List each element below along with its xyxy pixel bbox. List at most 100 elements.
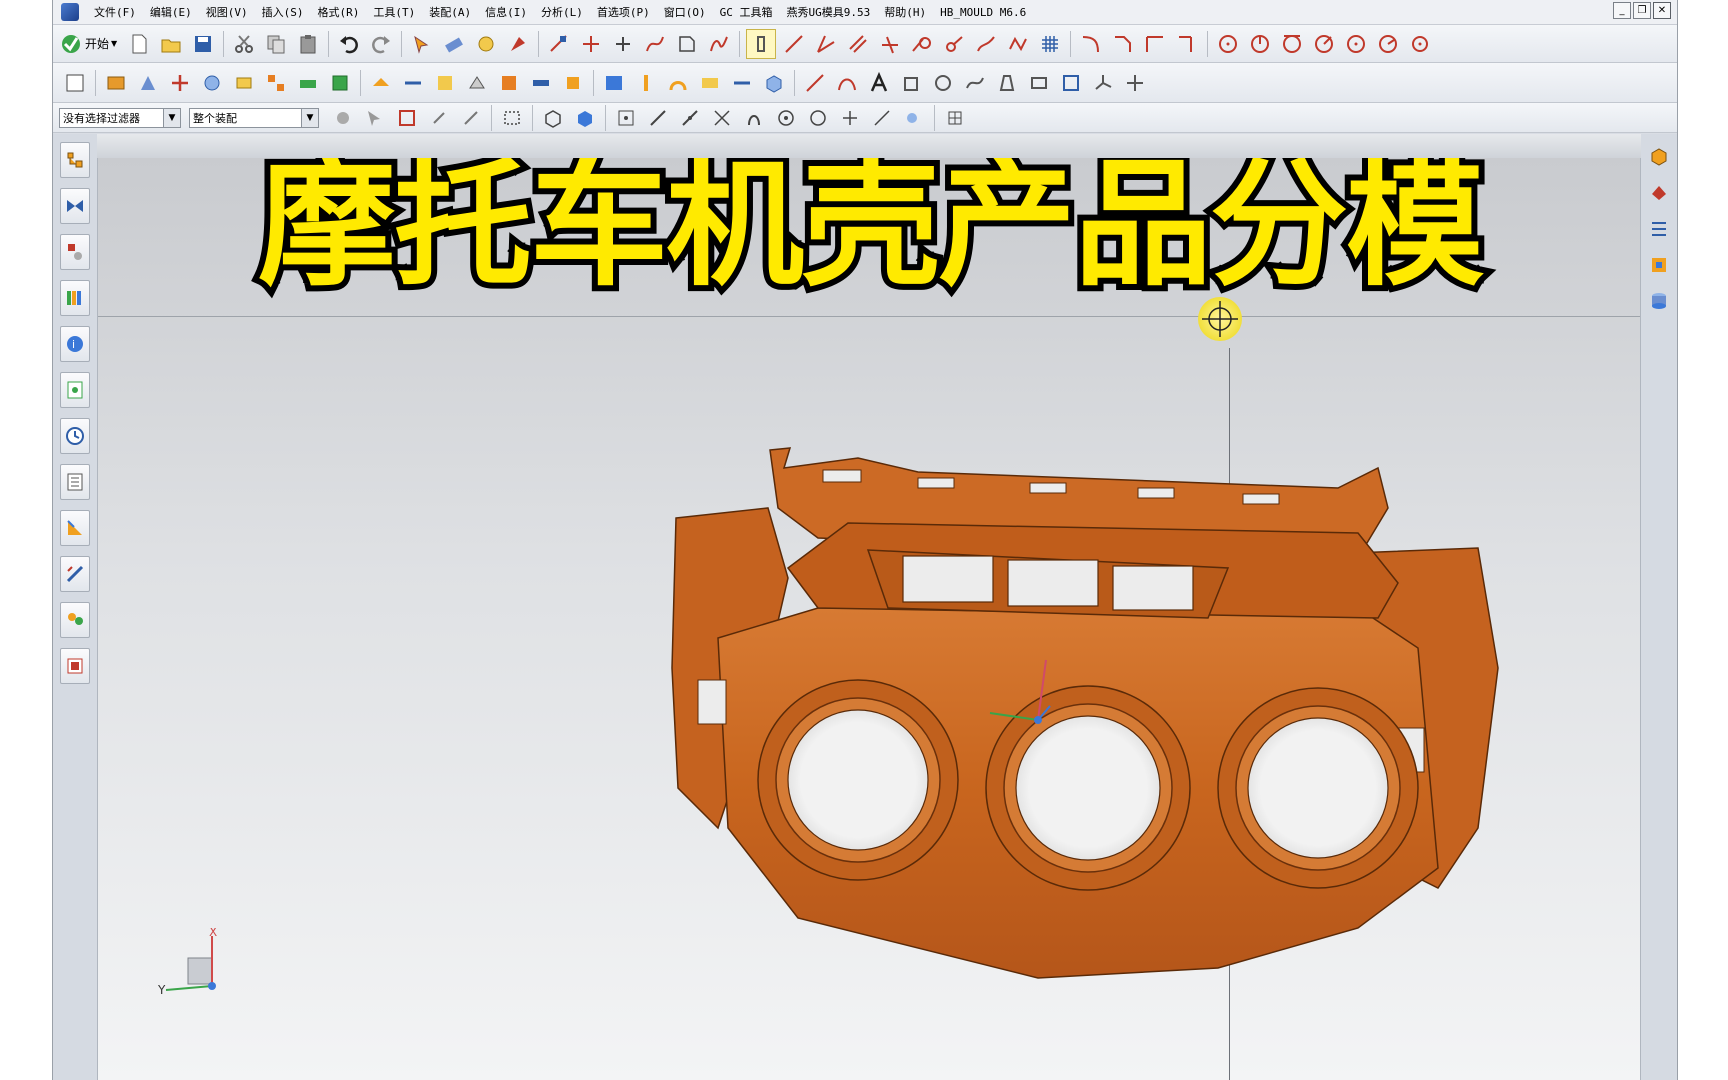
ellipse-icon[interactable] <box>1406 30 1434 58</box>
shrinkage-icon[interactable] <box>198 69 226 97</box>
restore-button[interactable]: ❐ <box>1633 2 1651 19</box>
menu-preferences[interactable]: 首选项(P) <box>590 4 657 20</box>
new-file-icon[interactable] <box>125 30 153 58</box>
rectangle-select-icon[interactable] <box>498 104 526 132</box>
replace-face-icon[interactable] <box>1057 69 1085 97</box>
multi-cavity-icon[interactable] <box>294 69 322 97</box>
measure-icon[interactable] <box>545 30 573 58</box>
sketch-icon[interactable] <box>61 69 89 97</box>
nx-app-icon[interactable] <box>61 3 79 21</box>
snap-quick-pick-icon[interactable] <box>900 104 928 132</box>
menu-assembly[interactable]: 装配(A) <box>422 4 478 20</box>
selection-filter-dropdown[interactable]: 没有选择过滤器 ▼ <box>59 107 181 128</box>
circle-center-icon[interactable] <box>1214 30 1242 58</box>
runner-icon[interactable] <box>696 69 724 97</box>
paint-icon[interactable] <box>504 30 532 58</box>
feature-edit-icon[interactable] <box>440 30 468 58</box>
snap-existing-point-icon[interactable] <box>804 104 832 132</box>
gate-icon[interactable] <box>664 69 692 97</box>
angle-line-icon[interactable] <box>812 30 840 58</box>
standard-parts-icon[interactable] <box>1646 252 1672 278</box>
move-object-icon[interactable] <box>1121 69 1149 97</box>
motorcycle-housing-part[interactable] <box>618 308 1618 1068</box>
circle-radius-icon[interactable] <box>1310 30 1338 58</box>
select-tool-icon[interactable] <box>408 30 436 58</box>
mold-tools-icon[interactable] <box>1646 216 1672 242</box>
circle-tangent-icon[interactable] <box>1278 30 1306 58</box>
menu-yanxiu-mold[interactable]: 燕秀UG模具9.53 <box>780 4 878 20</box>
menu-edit[interactable]: 编辑(E) <box>143 4 199 20</box>
offset-curve-icon[interactable] <box>972 30 1000 58</box>
tangent-line-icon[interactable] <box>908 30 936 58</box>
constraint-navigator-icon[interactable] <box>60 188 90 224</box>
cross-icon[interactable] <box>609 30 637 58</box>
offset-face-icon[interactable] <box>1025 69 1053 97</box>
core-cavity-icon[interactable] <box>495 69 523 97</box>
mold-base-icon[interactable] <box>600 69 628 97</box>
menu-insert[interactable]: 插入(S) <box>255 4 311 20</box>
wcs-icon[interactable] <box>1089 69 1117 97</box>
mold-csys-icon[interactable] <box>166 69 194 97</box>
tool-measurement-icon[interactable] <box>60 556 90 592</box>
process-studio-icon[interactable] <box>60 464 90 500</box>
ejector-icon[interactable] <box>632 69 660 97</box>
trim-icon[interactable] <box>577 30 605 58</box>
mold-layout-icon[interactable] <box>1646 180 1672 206</box>
tool-component-icon[interactable] <box>326 69 354 97</box>
sheet-icon[interactable] <box>673 30 701 58</box>
corner-icon[interactable] <box>1141 30 1169 58</box>
curve-icon[interactable] <box>641 30 669 58</box>
extrude-icon[interactable] <box>897 69 925 97</box>
mold-wizard-cube-icon[interactable] <box>1646 144 1672 170</box>
menu-window[interactable]: 窗口(O) <box>657 4 713 20</box>
parting-line-icon[interactable] <box>399 69 427 97</box>
slider-icon[interactable] <box>527 69 555 97</box>
paste-icon[interactable] <box>294 30 322 58</box>
selection-scope-dropdown[interactable]: 整个装配 ▼ <box>189 107 319 128</box>
sweep-icon[interactable] <box>961 69 989 97</box>
parallel-line-icon[interactable] <box>844 30 872 58</box>
mold-wizard-icon[interactable] <box>102 69 130 97</box>
snap-point-on-curve-icon[interactable] <box>836 104 864 132</box>
assembly-navigator-icon[interactable] <box>60 142 90 178</box>
project-init-icon[interactable] <box>134 69 162 97</box>
bridge-curve-icon[interactable] <box>1004 30 1032 58</box>
grid-snap-icon[interactable] <box>941 104 969 132</box>
menu-gc-toolbox[interactable]: GC 工具箱 <box>713 4 780 20</box>
snap-control-point-icon[interactable] <box>676 104 704 132</box>
menu-information[interactable]: 信息(I) <box>478 4 534 20</box>
save-icon[interactable] <box>189 30 217 58</box>
snap-end-point-icon[interactable] <box>612 104 640 132</box>
perpendicular-icon[interactable] <box>876 30 904 58</box>
workpiece-icon[interactable] <box>230 69 258 97</box>
part-navigator-icon[interactable] <box>60 234 90 270</box>
menu-help[interactable]: 帮助(H) <box>877 4 933 20</box>
select-edge-icon[interactable] <box>457 104 485 132</box>
close-button[interactable]: ✕ <box>1653 2 1671 19</box>
select-body-icon[interactable] <box>393 104 421 132</box>
menu-format[interactable]: 格式(R) <box>311 4 367 20</box>
copy-icon[interactable] <box>262 30 290 58</box>
extend-icon[interactable] <box>1173 30 1201 58</box>
spline-icon[interactable] <box>705 30 733 58</box>
cooling-icon[interactable] <box>728 69 756 97</box>
patch-surface-icon[interactable] <box>367 69 395 97</box>
fillet-icon[interactable] <box>1077 30 1105 58</box>
transform-icon[interactable] <box>472 30 500 58</box>
electrode-icon[interactable] <box>760 69 788 97</box>
grid-icon[interactable] <box>1036 30 1064 58</box>
sketch-arc-icon[interactable] <box>833 69 861 97</box>
filter-reset-icon[interactable] <box>329 104 357 132</box>
text-icon[interactable] <box>865 69 893 97</box>
start-button[interactable]: 开始 ▼ <box>59 32 117 56</box>
select-feature-icon[interactable] <box>361 104 389 132</box>
minimize-button[interactable]: _ <box>1613 2 1631 19</box>
sketch-line-icon[interactable] <box>801 69 829 97</box>
snap-mid-point-icon[interactable] <box>644 104 672 132</box>
menu-tools[interactable]: 工具(T) <box>366 4 422 20</box>
clock-icon[interactable] <box>60 418 90 454</box>
revolve-icon[interactable] <box>929 69 957 97</box>
draft-icon[interactable] <box>993 69 1021 97</box>
redo-icon[interactable] <box>367 30 395 58</box>
region-icon[interactable] <box>463 69 491 97</box>
